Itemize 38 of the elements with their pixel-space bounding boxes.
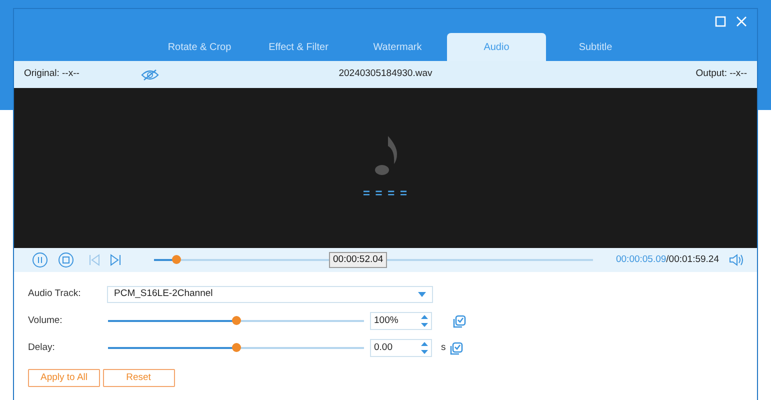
tab[interactable]: Audio bbox=[447, 33, 546, 61]
seek-slider-thumb[interactable] bbox=[172, 255, 181, 264]
tab[interactable]: Subtitle bbox=[546, 33, 645, 61]
volume-label: Volume: bbox=[28, 314, 64, 328]
eye-icon[interactable] bbox=[141, 68, 160, 80]
delay-field[interactable]: 0.00 bbox=[370, 339, 432, 357]
tab[interactable]: Rotate & Crop bbox=[150, 33, 249, 61]
tab[interactable]: Effect & Filter bbox=[249, 33, 348, 61]
original-resolution: Original: --x-- bbox=[24, 67, 80, 82]
audio-indicator: = = = = bbox=[362, 185, 408, 202]
maximize-icon[interactable] bbox=[715, 16, 726, 26]
action-button[interactable]: Reset bbox=[102, 369, 174, 387]
output-resolution: Output: --x-- bbox=[696, 67, 747, 82]
file-name: 20240305184930.wav bbox=[338, 67, 432, 81]
audio-track-label: Audio Track: bbox=[28, 287, 82, 302]
current-time: 00:00:05.09 bbox=[616, 254, 666, 266]
dropdown-arrow-icon bbox=[418, 292, 426, 297]
next-frame-icon[interactable] bbox=[110, 254, 122, 266]
previous-frame-icon[interactable] bbox=[88, 254, 100, 266]
delay-label: Delay: bbox=[28, 340, 56, 355]
apply-check-icon[interactable] bbox=[453, 314, 466, 328]
stop-icon[interactable] bbox=[58, 252, 74, 268]
spinner-arrows-icon[interactable] bbox=[421, 314, 428, 328]
apply-check-icon[interactable] bbox=[450, 342, 463, 354]
pause-icon[interactable] bbox=[32, 252, 48, 268]
music-note-icon bbox=[372, 134, 398, 178]
spinner-arrows-icon[interactable] bbox=[421, 341, 428, 355]
close-icon[interactable] bbox=[736, 16, 747, 26]
unit-label: s bbox=[441, 340, 446, 355]
time-tooltip: 00:00:52.04 bbox=[329, 252, 388, 268]
action-button[interactable]: Apply to All bbox=[28, 369, 100, 387]
volume-slider-thumb[interactable] bbox=[232, 316, 241, 325]
delay-slider-thumb[interactable] bbox=[232, 343, 241, 352]
volume-icon[interactable] bbox=[729, 254, 743, 266]
volume-field[interactable]: 100% bbox=[370, 312, 432, 330]
total-time: /00:01:59.24 bbox=[666, 254, 719, 266]
audio-track-dropdown[interactable]: PCM_S16LE-2Channel bbox=[107, 286, 433, 303]
tab[interactable]: Watermark bbox=[348, 33, 447, 61]
